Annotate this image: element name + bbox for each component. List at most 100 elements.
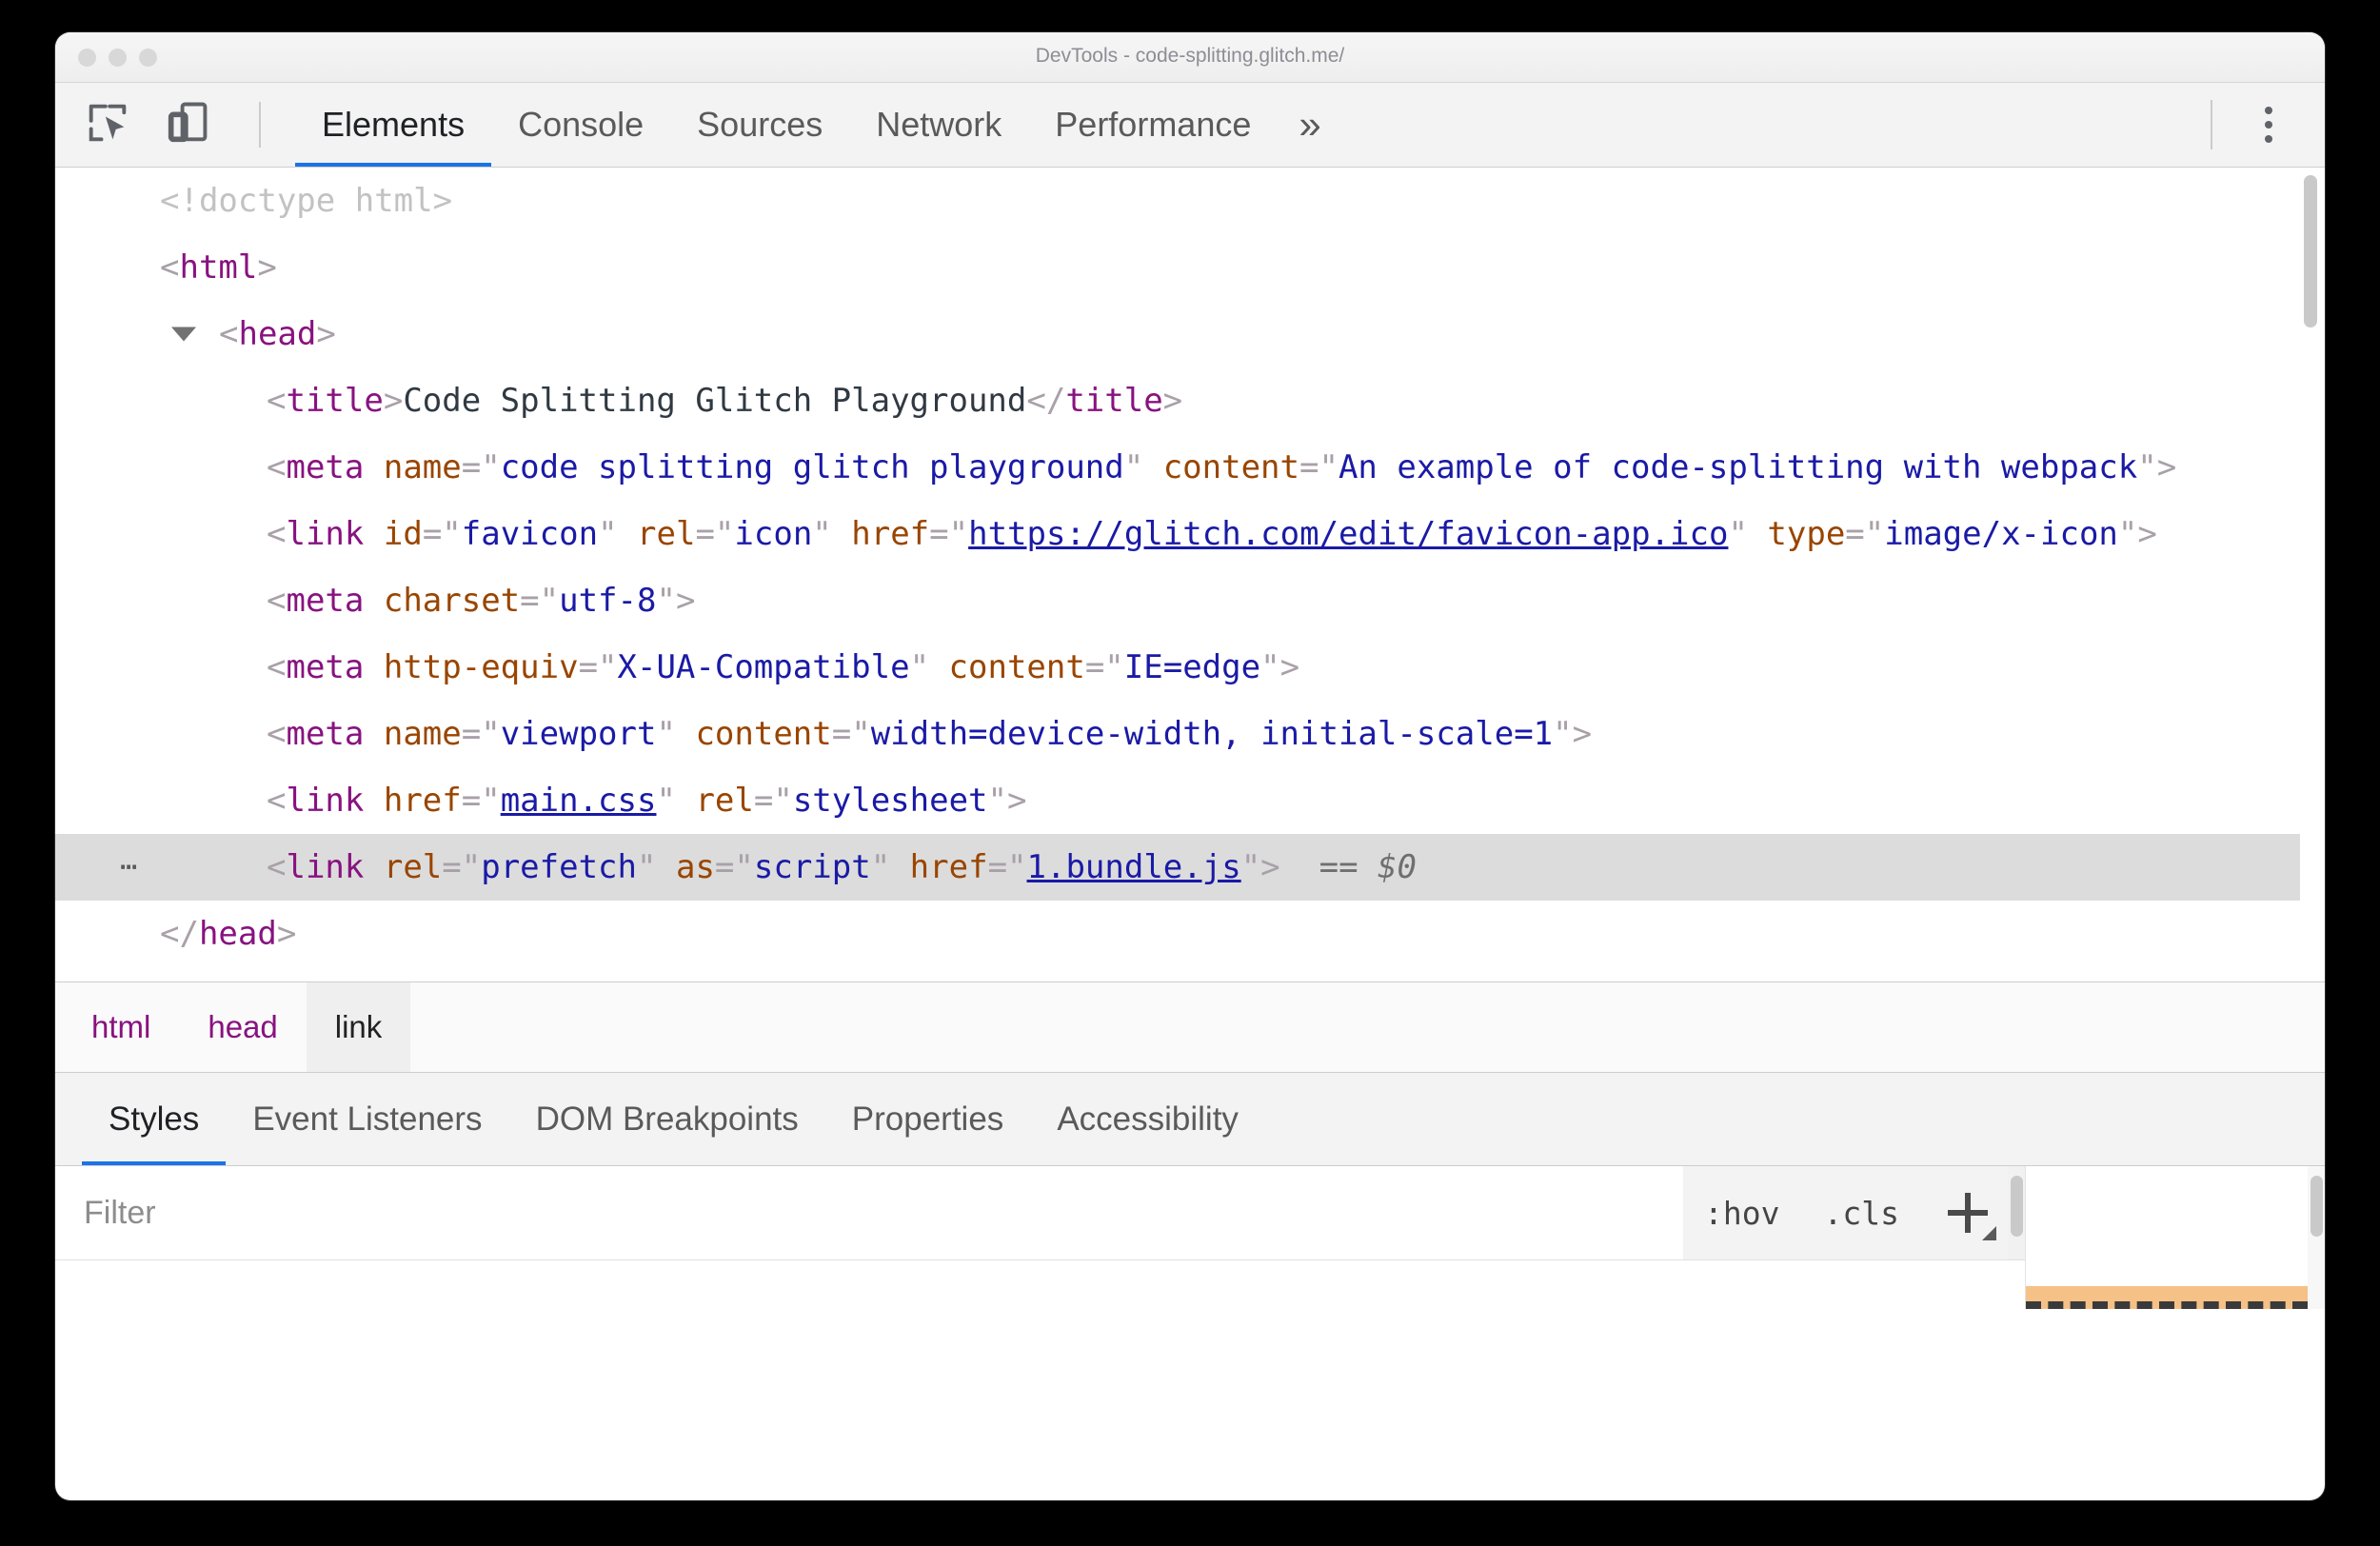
- breadcrumb-item-link[interactable]: link: [306, 982, 411, 1072]
- punct-gt: >: [1007, 782, 1027, 820]
- dom-line-html-open[interactable]: <html>: [55, 234, 2300, 301]
- attr-name: content: [1162, 448, 1299, 486]
- filter-actions: :hov .cls: [1683, 1166, 2008, 1259]
- punct-gt: >: [257, 248, 277, 287]
- toolbar-separator: [259, 102, 261, 148]
- punct-gt: >: [316, 315, 336, 353]
- box-model-scrollbar-thumb[interactable]: [2310, 1176, 2323, 1237]
- console-selector-reference: $0: [1378, 848, 1417, 886]
- tab-performance[interactable]: Performance: [1028, 83, 1278, 167]
- attr-name: id: [383, 515, 423, 553]
- attr-value: code splitting glitch playground: [500, 448, 1124, 486]
- kebab-dot-3: [2265, 135, 2272, 143]
- dom-line-head-close[interactable]: </head>: [55, 901, 2300, 967]
- kebab-menu-icon[interactable]: [2245, 95, 2292, 154]
- dom-line-link-prefetch-selected[interactable]: ⋯ <link rel="prefetch" as="script" href="…: [55, 834, 2300, 901]
- attr-name: charset: [383, 582, 521, 620]
- punct-close-lt: </: [160, 915, 199, 953]
- dom-tree-panel[interactable]: <!doctype html> <html> <head> <title>Cod…: [55, 168, 2325, 981]
- dom-line-meta-compat[interactable]: <meta http-equiv="X-UA-Compatible" conte…: [55, 634, 2300, 701]
- punct-lt: <: [219, 315, 239, 353]
- more-tabs-button[interactable]: »: [1278, 83, 1341, 167]
- tab-properties[interactable]: Properties: [825, 1073, 1031, 1165]
- tab-styles[interactable]: Styles: [82, 1073, 227, 1165]
- inspect-element-button[interactable]: [78, 95, 137, 154]
- attr-name: name: [383, 715, 462, 753]
- cls-toggle-button[interactable]: .cls: [1818, 1195, 1905, 1232]
- toggle-device-toolbar-button[interactable]: [158, 95, 217, 154]
- dom-line-doctype[interactable]: <!doctype html>: [55, 168, 2300, 234]
- tab-accessibility[interactable]: Accessibility: [1030, 1073, 1265, 1165]
- attr-value: An example of code-splitting with webpac…: [1338, 448, 2138, 486]
- expand-triangle-icon[interactable]: [171, 327, 196, 342]
- breadcrumb-item-html[interactable]: html: [55, 982, 179, 1072]
- tag-meta: meta: [286, 582, 365, 620]
- breadcrumb: html head link: [55, 981, 2325, 1073]
- tag-meta: meta: [286, 648, 365, 686]
- tag-html: html: [179, 248, 258, 287]
- screen-root: DevTools - code-splitting.glitch.me/ Ele…: [0, 0, 2380, 1546]
- attr-name: content: [695, 715, 832, 753]
- punct-gt: >: [1279, 648, 1300, 686]
- box-model-panel[interactable]: [2025, 1166, 2308, 1309]
- dom-line-head-open[interactable]: <head>: [55, 301, 2300, 367]
- attr-value: width=device-width, initial-scale=1: [870, 715, 1554, 753]
- dom-tree-scrollbar[interactable]: [2304, 175, 2317, 327]
- attr-name: href: [383, 782, 462, 820]
- tab-event-listeners[interactable]: Event Listeners: [226, 1073, 508, 1165]
- title-text-node: Code Splitting Glitch Playground: [403, 382, 1027, 420]
- styles-pane: :hov .cls: [55, 1166, 2325, 1309]
- punct-lt: <: [267, 848, 287, 886]
- dom-line-link-favicon[interactable]: <link id="favicon" rel="icon" href="http…: [55, 501, 2300, 567]
- toolbar-icon-group: [55, 95, 261, 154]
- styles-sidebar-tabs: Styles Event Listeners DOM Breakpoints P…: [55, 1073, 2325, 1166]
- device-toolbar-icon: [163, 98, 212, 152]
- punct-gt: >: [1572, 715, 1593, 753]
- tag-meta: meta: [286, 448, 365, 486]
- punct-lt: <: [160, 248, 180, 287]
- punct-gt: >: [383, 382, 404, 420]
- attr-value-link[interactable]: main.css: [501, 782, 657, 820]
- tab-sources[interactable]: Sources: [670, 83, 849, 167]
- punct-lt: <: [267, 648, 287, 686]
- attr-value-link[interactable]: https://glitch.com/edit/favicon-app.ico: [968, 515, 1728, 553]
- tab-dom-breakpoints[interactable]: DOM Breakpoints: [509, 1073, 825, 1165]
- box-model-scrollbar[interactable]: [2308, 1166, 2325, 1309]
- tag-meta: meta: [286, 715, 365, 753]
- punct-gt: >: [2156, 448, 2177, 486]
- dom-line-title[interactable]: <title>Code Splitting Glitch Playground<…: [55, 367, 2300, 434]
- styles-scrollbar-thumb[interactable]: [2010, 1176, 2023, 1237]
- punct-lt: <: [267, 448, 287, 486]
- filter-input[interactable]: [55, 1166, 1684, 1259]
- attr-value: viewport: [500, 715, 657, 753]
- box-model-padding-area: [2026, 1286, 2308, 1309]
- dom-line-meta-viewport[interactable]: <meta name="viewport" content="width=dev…: [55, 701, 2300, 767]
- collapsed-children-badge[interactable]: ⋯: [120, 834, 139, 901]
- tab-network[interactable]: Network: [849, 83, 1028, 167]
- tag-head: head: [238, 315, 317, 353]
- attr-value: icon: [734, 515, 813, 553]
- breadcrumb-item-head[interactable]: head: [179, 982, 306, 1072]
- new-style-rule-button[interactable]: [1937, 1179, 1998, 1246]
- dom-line-meta-description[interactable]: <meta name="code splitting glitch playgr…: [55, 434, 2300, 501]
- attr-name: http-equiv: [383, 648, 579, 686]
- attr-value-link[interactable]: 1.bundle.js: [1027, 848, 1241, 886]
- tab-console[interactable]: Console: [491, 83, 670, 167]
- dom-line-link-maincss[interactable]: <link href="main.css" rel="stylesheet">: [55, 767, 2300, 834]
- punct-close-gt: >: [1162, 382, 1183, 420]
- styles-filter-row: :hov .cls: [55, 1166, 2025, 1260]
- tab-elements[interactable]: Elements: [295, 83, 492, 167]
- dropdown-corner-icon[interactable]: [1982, 1226, 1996, 1240]
- dom-line-meta-charset[interactable]: <meta charset="utf-8">: [55, 567, 2300, 634]
- hov-toggle-button[interactable]: :hov: [1698, 1195, 1785, 1232]
- styles-scrollbar[interactable]: [2008, 1166, 2025, 1259]
- tag-title-close: title: [1065, 382, 1163, 420]
- tag-link: link: [286, 782, 365, 820]
- dom-tree-scroll: <!doctype html> <html> <head> <title>Cod…: [55, 168, 2300, 981]
- plus-icon-vertical: [1965, 1193, 1971, 1233]
- punct-close-gt: >: [276, 915, 297, 953]
- window-titlebar: DevTools - code-splitting.glitch.me/: [55, 32, 2325, 83]
- styles-filter-column: :hov .cls: [55, 1166, 2025, 1309]
- attr-name: rel: [637, 515, 696, 553]
- punct-close-lt: </: [1026, 382, 1066, 420]
